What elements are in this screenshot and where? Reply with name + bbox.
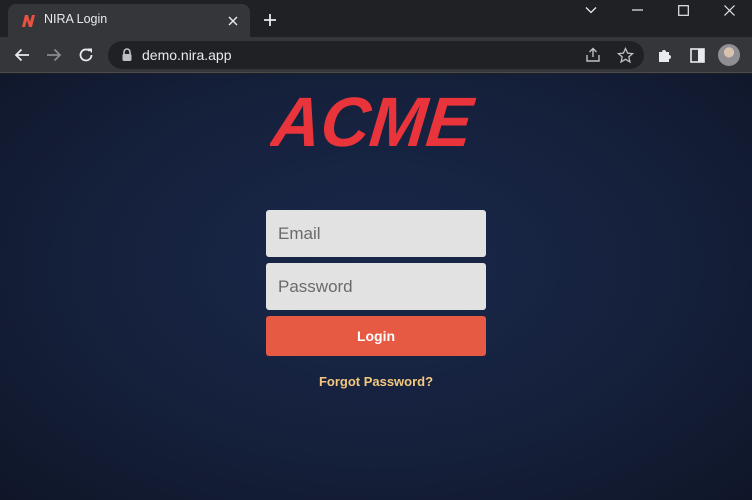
browser-toolbar: demo.nira.app — [0, 37, 752, 73]
minimize-icon[interactable] — [614, 0, 660, 20]
tab-title: NIRA Login — [44, 12, 108, 26]
nira-logo-icon — [22, 15, 35, 27]
share-icon[interactable] — [584, 46, 602, 64]
profile-avatar[interactable] — [718, 44, 740, 66]
login-button[interactable]: Login — [266, 316, 486, 356]
reload-icon[interactable] — [75, 44, 97, 66]
login-form: Login — [266, 210, 486, 356]
new-tab-plus-icon[interactable] — [260, 10, 280, 30]
password-field[interactable] — [266, 263, 486, 310]
email-field[interactable] — [266, 210, 486, 257]
tab-search-chevron-icon[interactable] — [568, 0, 614, 20]
extensions-puzzle-icon[interactable] — [655, 45, 675, 65]
browser-tab-active[interactable]: NIRA Login — [8, 4, 250, 37]
login-page: ACME Login Forgot Password? — [0, 74, 752, 500]
acme-logo: ACME — [270, 86, 479, 158]
lock-icon[interactable] — [120, 47, 134, 63]
forgot-password-link[interactable]: Forgot Password? — [266, 374, 486, 389]
forward-arrow-icon[interactable] — [43, 44, 65, 66]
bookmark-star-icon[interactable] — [616, 46, 634, 64]
back-arrow-icon[interactable] — [11, 44, 33, 66]
side-panel-icon[interactable] — [687, 45, 707, 65]
browser-title-bar: NIRA Login — [0, 0, 752, 37]
tab-close-icon[interactable] — [224, 12, 242, 30]
address-bar[interactable]: demo.nira.app — [108, 41, 644, 69]
maximize-icon[interactable] — [660, 0, 706, 20]
close-window-icon[interactable] — [706, 0, 752, 20]
logo-text: ACME — [270, 86, 479, 158]
address-url[interactable]: demo.nira.app — [142, 47, 232, 63]
